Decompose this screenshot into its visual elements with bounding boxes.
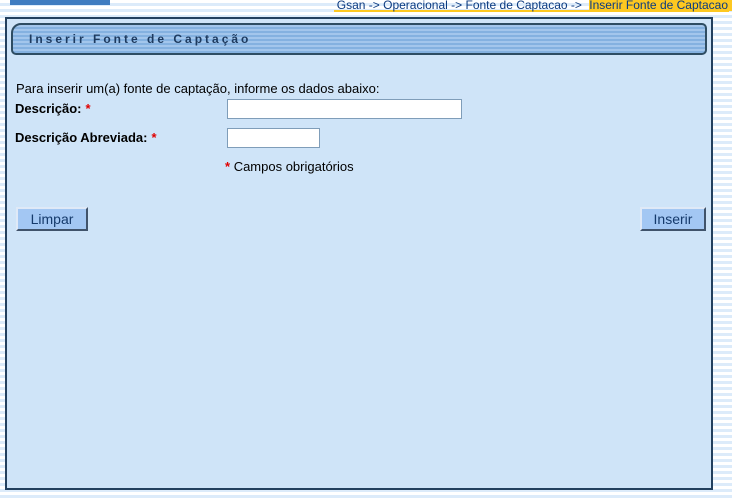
required-note-text: Campos obrigatórios (234, 159, 354, 174)
form-instructions: Para inserir um(a) fonte de captação, in… (16, 81, 379, 96)
inserir-button[interactable]: Inserir (640, 207, 706, 231)
top-nav-fragment (10, 0, 110, 5)
panel-header: Inserir Fonte de Captação (11, 23, 707, 55)
descricao-abreviada-input[interactable] (227, 128, 320, 148)
required-asterisk: * (85, 101, 90, 116)
required-asterisk: * (151, 130, 156, 145)
breadcrumb-path[interactable]: Gsan -> Operacional -> Fonte de Captacao… (337, 0, 582, 12)
descricao-abreviada-label-text: Descrição Abreviada: (15, 130, 147, 145)
limpar-button[interactable]: Limpar (16, 207, 88, 231)
required-asterisk: * (225, 159, 230, 174)
page-title: Inserir Fonte de Captação (29, 32, 251, 46)
breadcrumb-current: Inserir Fonte de Captacao (589, 0, 728, 12)
descricao-input[interactable] (227, 99, 462, 119)
descricao-label: Descrição: * (15, 101, 91, 116)
required-fields-note: * Campos obrigatórios (225, 159, 354, 174)
descricao-abreviada-label: Descrição Abreviada: * (15, 130, 157, 145)
descricao-label-text: Descrição: (15, 101, 81, 116)
content-panel: Inserir Fonte de Captação Para inserir u… (5, 17, 713, 490)
breadcrumb: Gsan -> Operacional -> Fonte de Captacao… (334, 0, 729, 12)
